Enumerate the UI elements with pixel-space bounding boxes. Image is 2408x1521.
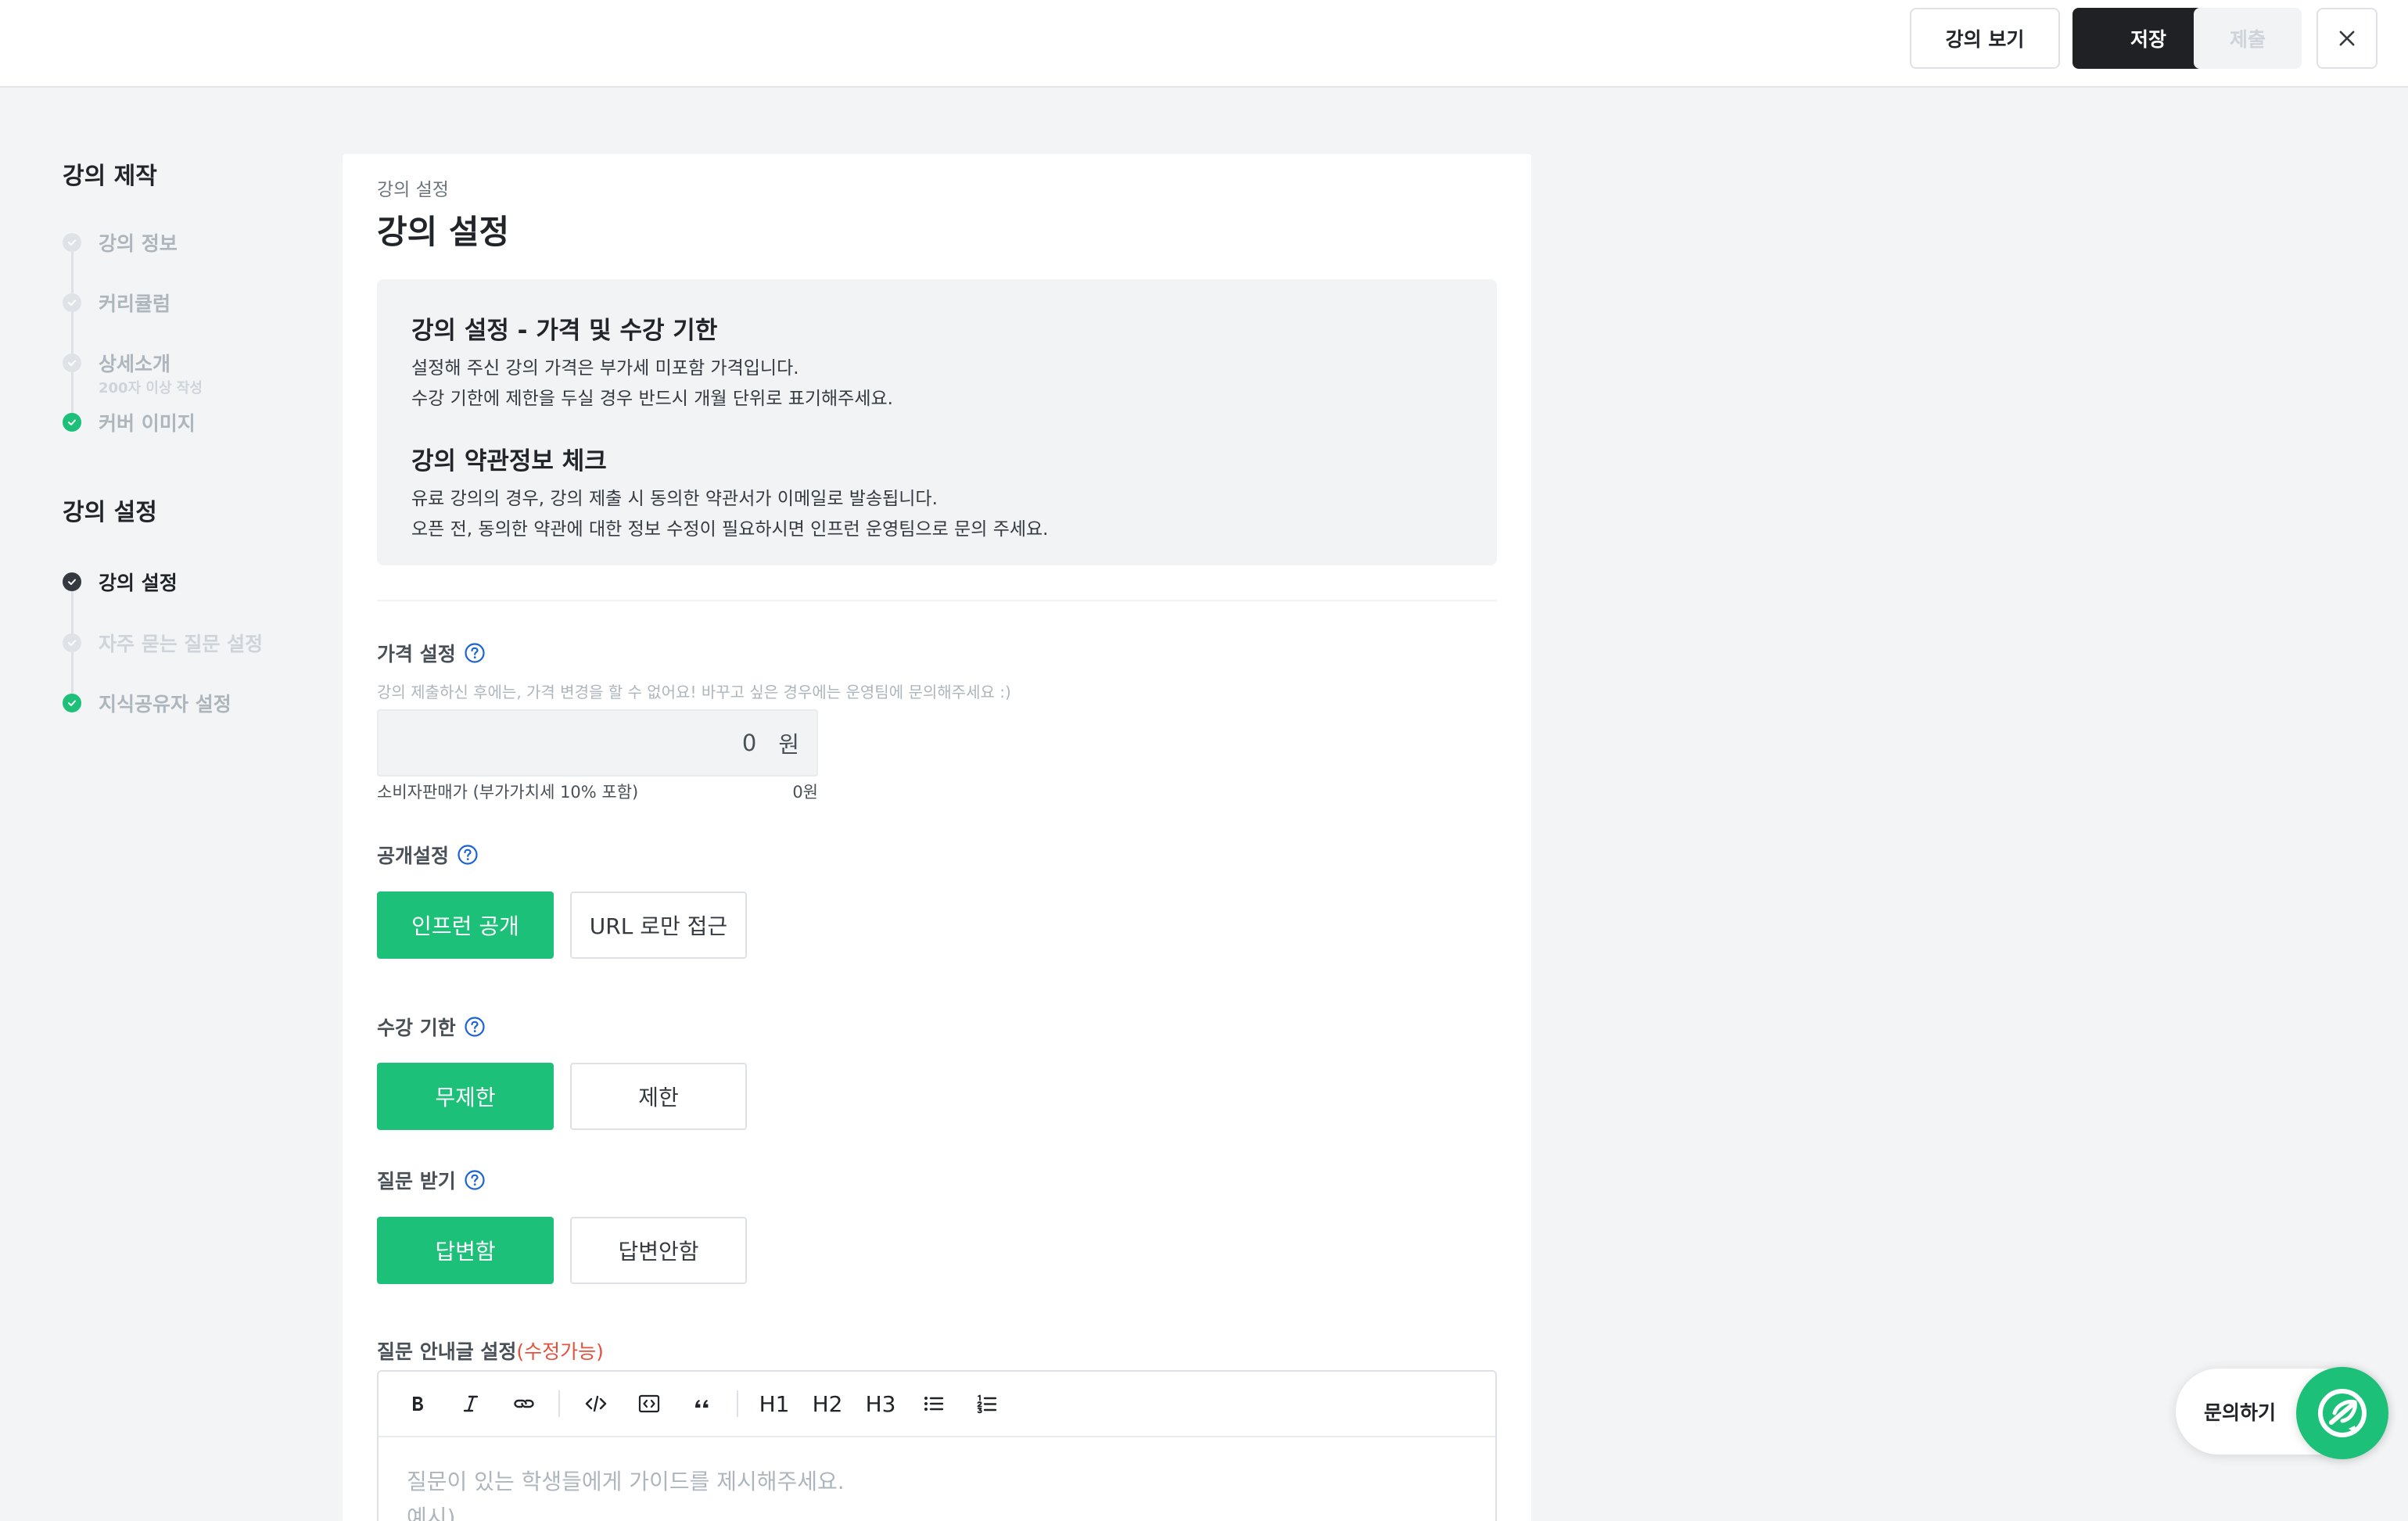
price-label-text: 가격 설정 xyxy=(377,643,456,665)
editor-content[interactable]: 질문이 있는 학생들에게 가이드를 제시해주세요. 예시) xyxy=(379,1437,1495,1521)
period-unlimited-button[interactable]: 무제한 xyxy=(377,1063,554,1130)
ordered-list-icon xyxy=(977,1394,997,1414)
check-icon xyxy=(63,293,81,312)
guide-editor: H1 H2 H3 질문이 있는 학생들에게 가이드를 제시해주세요. 예시) xyxy=(377,1370,1497,1521)
bold-button[interactable] xyxy=(399,1386,436,1421)
bullet-list-icon xyxy=(924,1397,944,1411)
close-button[interactable] xyxy=(2316,8,2377,69)
breadcrumb: 강의 설정 xyxy=(377,180,449,200)
sidebar-item-label: 커리큘럼 xyxy=(99,292,171,315)
editor-toolbar: H1 H2 H3 xyxy=(379,1372,1495,1437)
ordered-list-button[interactable] xyxy=(968,1386,1006,1421)
code-button[interactable] xyxy=(577,1386,615,1421)
questions-answer-button[interactable]: 답변함 xyxy=(377,1217,554,1284)
sidebar-item-label: 상세소개 xyxy=(99,353,171,375)
check-icon xyxy=(63,633,81,652)
close-icon xyxy=(2339,30,2355,46)
info-text: 오픈 전, 동의한 약관에 대한 정보 수정이 필요하시면 인프런 운영팀으로 … xyxy=(411,519,1049,540)
info-text: 유료 강의의 경우, 강의 제출 시 동의한 약관서가 이메일로 발송됩니다. xyxy=(411,489,938,509)
sidebar-item-curriculum[interactable]: 커리큘럼 xyxy=(63,289,170,317)
link-icon xyxy=(514,1399,534,1408)
sidebar-item-label: 자주 묻는 질문 설정 xyxy=(99,633,264,655)
quote-button[interactable] xyxy=(684,1386,721,1421)
visibility-public-button[interactable]: 인프런 공개 xyxy=(377,891,554,959)
sidebar-item-sublabel: 200자 이상 작성 xyxy=(99,380,203,396)
questions-label-text: 질문 받기 xyxy=(377,1170,456,1193)
sidebar-item-instructor-settings[interactable]: 지식공유자 설정 xyxy=(63,689,231,717)
visibility-label-text: 공개설정 xyxy=(377,845,450,867)
consumer-price-label: 소비자판매가 (부가가치세 10% 포함) xyxy=(377,783,639,802)
sidebar-item-label: 커버 이미지 xyxy=(99,412,196,435)
info-text: 수강 기한에 제한을 두실 경우 반드시 개월 단위로 표기해주세요. xyxy=(411,389,893,409)
sidebar-section-create: 강의 제작 xyxy=(63,163,157,190)
guide-label-text: 질문 안내글 설정 xyxy=(377,1340,517,1363)
top-header: 강의 보기 저장 제출 xyxy=(0,0,2408,88)
heading3-button[interactable]: H3 xyxy=(862,1386,899,1421)
period-limited-button[interactable]: 제한 xyxy=(570,1063,747,1130)
period-label-text: 수강 기한 xyxy=(377,1017,456,1039)
check-icon xyxy=(63,413,81,432)
consumer-price-value: 0원 xyxy=(792,783,818,802)
help-icon[interactable] xyxy=(457,844,479,866)
questions-no-answer-button[interactable]: 답변안함 xyxy=(570,1217,747,1284)
sidebar-item-faq-settings[interactable]: 자주 묻는 질문 설정 xyxy=(63,629,263,657)
info-notice-box: 강의 설정 - 가격 및 수강 기한 설정해 주신 강의 가격은 부가세 미포함… xyxy=(377,279,1497,565)
info-title-price: 강의 설정 - 가격 및 수강 기한 xyxy=(411,317,718,345)
italic-button[interactable] xyxy=(452,1386,490,1421)
visibility-label: 공개설정 xyxy=(377,841,479,869)
questions-label: 질문 받기 xyxy=(377,1166,486,1194)
check-icon xyxy=(63,353,81,372)
contact-fab-button[interactable] xyxy=(2296,1367,2388,1459)
sidebar-item-label: 강의 정보 xyxy=(99,232,178,255)
settings-card: 강의 설정 강의 설정 강의 설정 - 가격 및 수강 기한 설정해 주신 강의… xyxy=(343,154,1531,1521)
help-icon[interactable] xyxy=(464,1169,486,1191)
sidebar-progress-line xyxy=(71,239,74,419)
contact-label: 문의하기 xyxy=(2204,1401,2277,1424)
toolbar-separator xyxy=(558,1390,560,1417)
consumer-price-row: 소비자판매가 (부가가치세 10% 포함) 0원 xyxy=(377,780,818,803)
bold-icon xyxy=(413,1397,423,1411)
heading1-button[interactable]: H1 xyxy=(755,1386,793,1421)
info-text: 설정해 주신 강의 가격은 부가세 미포함 가격입니다. xyxy=(411,358,799,378)
code-icon xyxy=(585,1395,607,1412)
info-title-terms: 강의 약관정보 체크 xyxy=(411,447,607,475)
price-hint: 강의 제출하신 후에는, 가격 변경을 할 수 없어요! 바꾸고 싶은 경우에는… xyxy=(377,683,1011,701)
sidebar-item-course-info[interactable]: 강의 정보 xyxy=(63,228,178,256)
price-unit: 원 xyxy=(778,731,799,758)
editable-tag: (수정가능) xyxy=(516,1340,604,1363)
sidebar-item-course-settings[interactable]: 강의 설정 xyxy=(63,568,178,596)
price-value: 0 xyxy=(741,730,757,756)
submit-button[interactable]: 제출 xyxy=(2194,8,2302,69)
sidebar-item-label: 강의 설정 xyxy=(99,572,178,594)
check-icon xyxy=(63,233,81,252)
price-input[interactable]: 0 원 xyxy=(377,709,818,777)
chat-leaf-icon xyxy=(2318,1389,2367,1437)
heading2-button[interactable]: H2 xyxy=(809,1386,846,1421)
sidebar-item-cover-image[interactable]: 커버 이미지 xyxy=(63,408,196,436)
preview-course-button[interactable]: 강의 보기 xyxy=(1910,8,2060,69)
sidebar-item-description[interactable]: 상세소개 xyxy=(63,349,170,377)
check-icon xyxy=(63,694,81,712)
guide-label: 질문 안내글 설정 (수정가능) xyxy=(377,1336,604,1365)
italic-icon xyxy=(463,1395,479,1412)
sidebar-section-settings: 강의 설정 xyxy=(63,499,157,526)
bullet-list-button[interactable] xyxy=(915,1386,953,1421)
code-block-icon xyxy=(638,1394,660,1413)
check-icon xyxy=(63,572,81,591)
quote-icon xyxy=(695,1400,709,1408)
period-label: 수강 기한 xyxy=(377,1013,486,1041)
editor-placeholder: 예시) xyxy=(407,1505,456,1521)
link-button[interactable] xyxy=(505,1386,543,1421)
toolbar-separator xyxy=(737,1390,738,1417)
page-title: 강의 설정 xyxy=(377,213,510,251)
help-icon[interactable] xyxy=(464,642,486,664)
price-label: 가격 설정 xyxy=(377,639,486,667)
help-icon[interactable] xyxy=(464,1016,486,1038)
editor-placeholder: 질문이 있는 학생들에게 가이드를 제시해주세요. xyxy=(407,1469,845,1494)
code-block-button[interactable] xyxy=(630,1386,668,1421)
section-divider xyxy=(377,600,1497,601)
visibility-url-only-button[interactable]: URL 로만 접근 xyxy=(570,891,747,959)
sidebar-item-label: 지식공유자 설정 xyxy=(99,693,231,716)
